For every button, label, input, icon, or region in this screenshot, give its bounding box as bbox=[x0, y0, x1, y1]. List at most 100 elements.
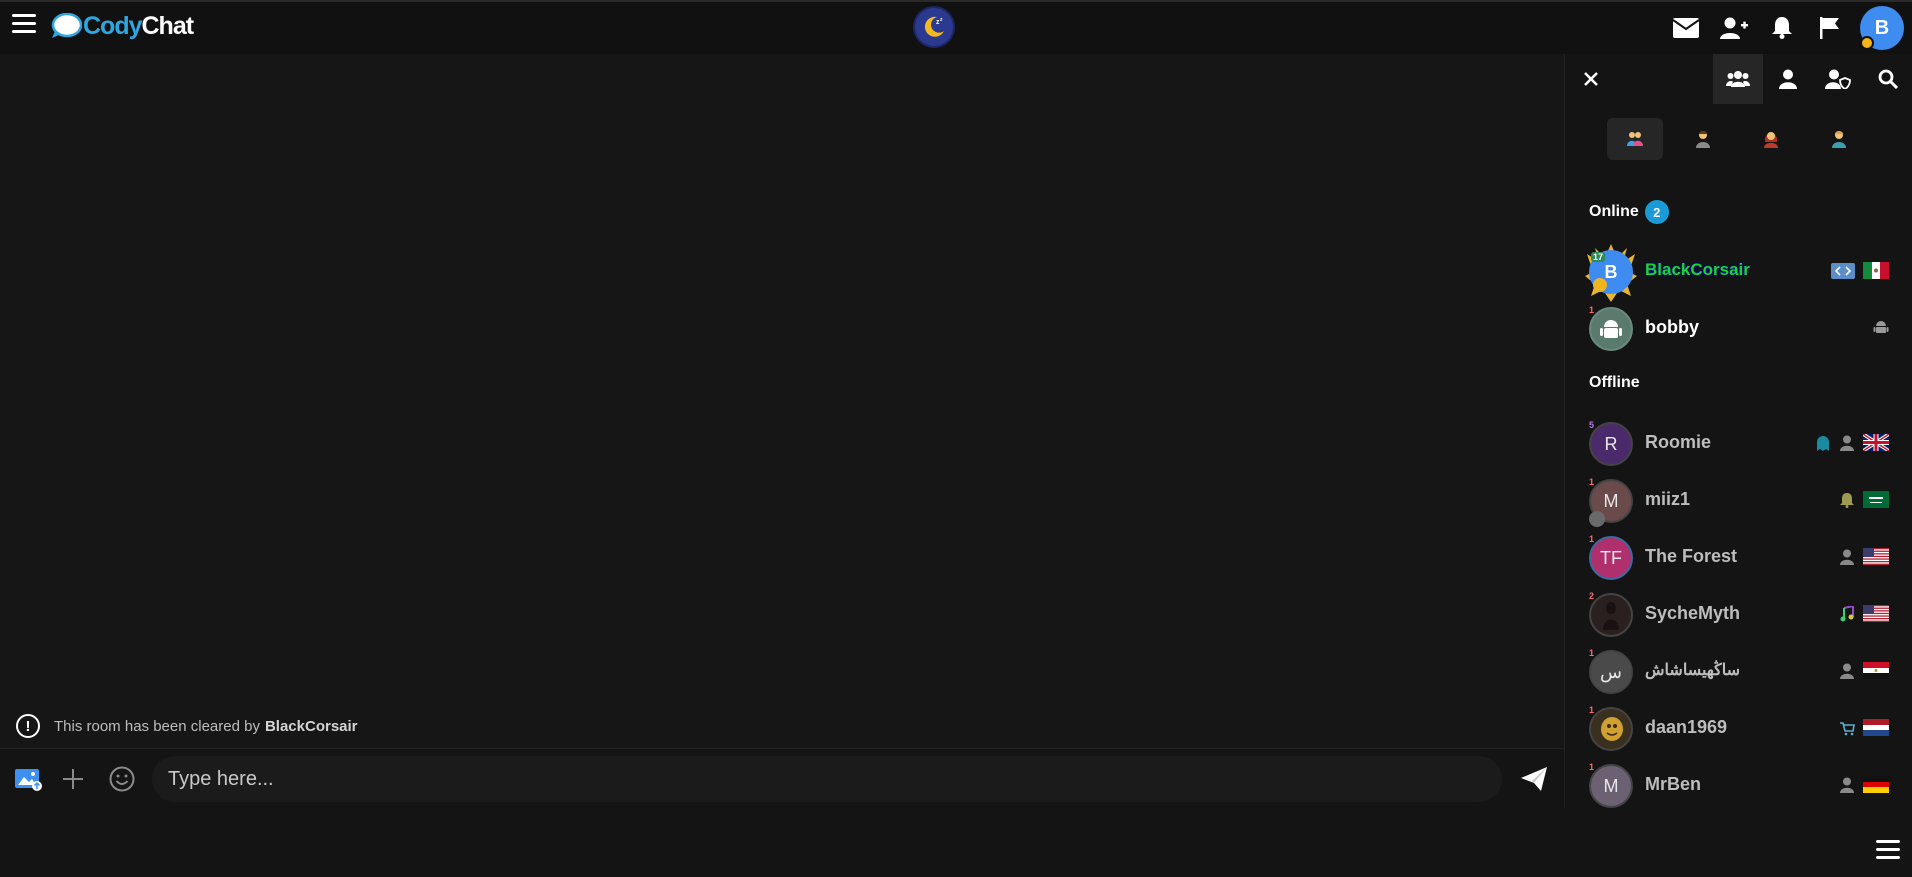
user-avatar: س bbox=[1589, 650, 1633, 694]
user-name: BlackCorsair bbox=[1645, 260, 1750, 279]
user-icon bbox=[1840, 663, 1854, 679]
friend-requests-button[interactable] bbox=[1710, 2, 1758, 54]
user-rank: 5 bbox=[1589, 420, 1595, 430]
clock-status-icon bbox=[1593, 278, 1607, 292]
user-row[interactable]: M 1 MrBen bbox=[1565, 756, 1912, 812]
offline-title-text: Offline bbox=[1589, 374, 1640, 391]
filter-all[interactable] bbox=[1607, 118, 1663, 160]
user-shield-icon bbox=[1825, 69, 1851, 89]
user-icons bbox=[1831, 262, 1889, 279]
user-name: ساڭهيساشاش bbox=[1645, 662, 1741, 679]
user-rank: 1 bbox=[1589, 305, 1595, 315]
silhouette-avatar-icon bbox=[1603, 602, 1619, 630]
netherlands-flag-icon bbox=[1863, 719, 1889, 736]
usa-flag-icon bbox=[1863, 605, 1889, 622]
user-icons bbox=[1839, 719, 1889, 736]
saudi-flag-icon bbox=[1863, 491, 1889, 508]
man-emoji-icon bbox=[1696, 131, 1710, 148]
user-row[interactable]: 2 SycheMyth bbox=[1565, 585, 1912, 641]
user-name: daan1969 bbox=[1645, 717, 1728, 737]
tab-search[interactable] bbox=[1863, 54, 1912, 104]
filter-female[interactable] bbox=[1743, 118, 1799, 160]
user-icon bbox=[1840, 549, 1854, 565]
user-list-sidebar: Online 2 B 17 BlackCorsair 1 bobby Offli… bbox=[1564, 54, 1912, 808]
android-avatar-icon bbox=[1600, 320, 1622, 338]
close-icon bbox=[1584, 72, 1598, 86]
emoji-button[interactable] bbox=[106, 763, 138, 795]
user-row[interactable]: M 1 miiz1 bbox=[1565, 471, 1912, 527]
add-button[interactable] bbox=[57, 763, 89, 795]
user-name: MrBen bbox=[1645, 774, 1702, 794]
bottom-menu-button[interactable] bbox=[1876, 840, 1900, 862]
main-menu-button[interactable] bbox=[12, 14, 36, 36]
paper-plane-icon bbox=[1521, 767, 1547, 791]
user-name: The Forest bbox=[1645, 546, 1738, 566]
users-icon bbox=[1726, 71, 1750, 87]
user-row[interactable]: س 1 ساڭهيساشاش bbox=[1565, 642, 1912, 698]
message-input[interactable] bbox=[152, 756, 1502, 802]
filter-other[interactable] bbox=[1811, 118, 1867, 160]
user-row[interactable]: 1 bobby bbox=[1565, 299, 1912, 355]
online-title-text: Online bbox=[1589, 203, 1639, 220]
user-row[interactable]: R 5 Roomie bbox=[1565, 414, 1912, 470]
system-message-user[interactable]: BlackCorsair bbox=[265, 718, 358, 735]
android-icon bbox=[1873, 321, 1889, 333]
close-sidebar-button[interactable] bbox=[1571, 54, 1611, 104]
user-icon bbox=[1840, 435, 1854, 451]
user-avatar: TF bbox=[1589, 536, 1633, 580]
send-button[interactable] bbox=[1518, 763, 1550, 795]
hamburger-line bbox=[12, 22, 36, 25]
hamburger-line bbox=[1876, 840, 1900, 843]
user-icons bbox=[1815, 434, 1889, 451]
tab-users[interactable] bbox=[1713, 54, 1763, 104]
user-icons bbox=[1839, 662, 1889, 679]
user-rank: 2 bbox=[1589, 591, 1595, 601]
user-icons bbox=[1839, 776, 1889, 793]
composer-bar bbox=[0, 748, 1564, 808]
filter-male[interactable] bbox=[1675, 118, 1731, 160]
logo-text-chat: Chat bbox=[141, 11, 195, 40]
people-emoji-icon bbox=[1627, 132, 1643, 146]
bottom-bar bbox=[0, 808, 1912, 877]
user-row[interactable]: 1 daan1969 bbox=[1565, 699, 1912, 755]
clock-status-icon bbox=[1860, 36, 1874, 50]
tab-friends[interactable] bbox=[1763, 54, 1813, 104]
search-icon bbox=[1878, 69, 1898, 89]
bell-icon bbox=[1772, 17, 1792, 39]
user-rank: 1 bbox=[1589, 534, 1595, 544]
user-row[interactable]: TF 1 The Forest bbox=[1565, 528, 1912, 584]
user-icons bbox=[1839, 548, 1889, 565]
user-rank: 17 bbox=[1591, 252, 1606, 262]
tab-staff[interactable] bbox=[1813, 54, 1863, 104]
flag-icon bbox=[1820, 17, 1839, 39]
chat-bubble-logo-icon bbox=[51, 13, 82, 38]
ghost-icon bbox=[1817, 435, 1829, 451]
plus-icon bbox=[63, 769, 83, 789]
gender-filter-tabs bbox=[1565, 118, 1912, 162]
user-avatar bbox=[1589, 593, 1633, 637]
user-rank: 1 bbox=[1589, 648, 1595, 658]
app-logo[interactable]: CodyChat bbox=[50, 10, 195, 42]
night-mode-moon-icon[interactable]: z z bbox=[915, 8, 953, 46]
user-name: SycheMyth bbox=[1645, 603, 1741, 623]
image-upload-icon bbox=[15, 769, 42, 791]
user-avatar: M bbox=[1589, 764, 1633, 808]
private-messages-button[interactable] bbox=[1662, 2, 1710, 54]
user-avatar bbox=[1589, 307, 1633, 351]
top-bar: CodyChat z z B bbox=[0, 0, 1912, 54]
system-message: ! This room has been cleared by BlackCor… bbox=[16, 714, 358, 738]
code-badge-icon bbox=[1831, 262, 1855, 279]
user-icons bbox=[1839, 605, 1889, 622]
user-avatar-button[interactable]: B bbox=[1860, 6, 1904, 50]
cart-icon bbox=[1840, 721, 1855, 735]
user-plus-icon bbox=[1720, 17, 1748, 39]
user-row[interactable]: B 17 BlackCorsair bbox=[1565, 242, 1912, 302]
upload-image-button[interactable] bbox=[12, 763, 44, 795]
user-rank: 1 bbox=[1589, 477, 1595, 487]
usa-flag-icon bbox=[1863, 548, 1889, 565]
top-right-toolbar: B bbox=[1662, 2, 1912, 54]
user-avatar: R bbox=[1589, 422, 1633, 466]
notifications-button[interactable] bbox=[1758, 2, 1806, 54]
reports-button[interactable] bbox=[1806, 2, 1854, 54]
avatar-letter: B bbox=[1874, 16, 1890, 39]
